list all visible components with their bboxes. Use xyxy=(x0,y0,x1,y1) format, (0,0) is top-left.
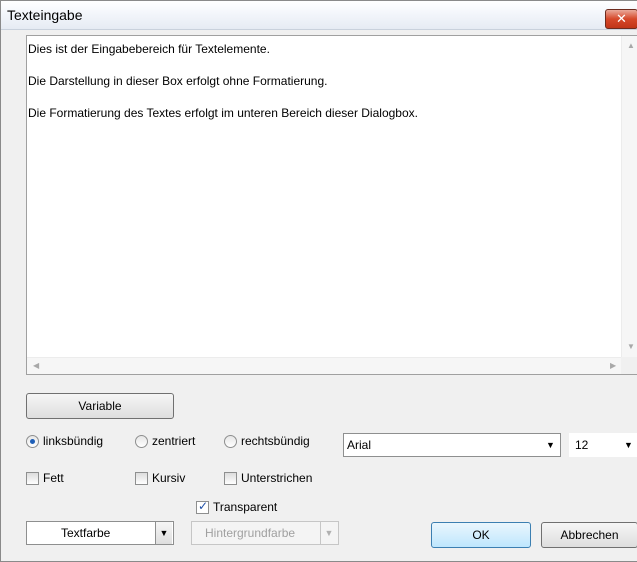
chevron-down-icon[interactable]: ▼ xyxy=(155,522,172,544)
radio-linksbuendig-label[interactable]: linksbündig xyxy=(43,434,103,448)
font-family-select[interactable]: Arial ▼ xyxy=(343,433,561,457)
chevron-down-icon[interactable]: ▼ xyxy=(620,434,637,456)
italic-checkbox[interactable] xyxy=(135,472,148,485)
text-line: Dies ist der Eingabebereich für Textelem… xyxy=(28,42,270,56)
scroll-left-icon[interactable]: ◀ xyxy=(33,362,39,370)
bold-checkbox[interactable] xyxy=(26,472,39,485)
horizontal-scrollbar[interactable]: ◀ ▶ xyxy=(27,357,622,374)
scroll-right-icon[interactable]: ▶ xyxy=(610,362,616,370)
cancel-button[interactable]: Abbrechen xyxy=(541,522,637,548)
window-title: Texteingabe xyxy=(7,7,83,23)
radio-rechtsbuendig-label[interactable]: rechtsbündig xyxy=(241,434,310,448)
close-icon: ✕ xyxy=(616,11,627,26)
text-line: Die Darstellung in dieser Box erfolgt oh… xyxy=(28,74,328,88)
chevron-down-icon[interactable]: ▼ xyxy=(542,434,559,456)
text-line: Die Formatierung des Textes erfolgt im u… xyxy=(28,106,418,120)
texteingabe-dialog: Texteingabe ✕ Dies ist der Eingabebereic… xyxy=(0,0,637,562)
cancel-button-label: Abbrechen xyxy=(560,528,619,542)
scroll-up-icon[interactable]: ▲ xyxy=(627,42,635,50)
scrollbar-corner xyxy=(621,357,637,374)
radio-zentriert[interactable] xyxy=(135,435,148,448)
close-button[interactable]: ✕ xyxy=(605,9,637,29)
title-bar: Texteingabe ✕ xyxy=(1,1,637,30)
variable-button[interactable]: Variable xyxy=(26,393,174,419)
text-input-area[interactable]: Dies ist der Eingabebereich für Textelem… xyxy=(26,35,637,375)
transparent-checkbox[interactable] xyxy=(196,499,209,514)
variable-button-label: Variable xyxy=(78,399,122,413)
background-color-select: Hintergrundfarbe ▼ xyxy=(191,521,339,545)
transparent-label[interactable]: Transparent xyxy=(213,500,277,514)
font-family-value: Arial xyxy=(347,438,372,452)
italic-label[interactable]: Kursiv xyxy=(152,471,185,485)
chevron-down-icon: ▼ xyxy=(320,522,337,544)
scroll-down-icon[interactable]: ▼ xyxy=(627,343,635,351)
font-size-select[interactable]: 12 ▼ xyxy=(569,433,637,457)
text-content[interactable]: Dies ist der Eingabebereich für Textelem… xyxy=(28,41,620,137)
underline-checkbox[interactable] xyxy=(224,472,237,485)
background-color-value: Hintergrundfarbe xyxy=(205,526,296,540)
ok-button-label: OK xyxy=(472,528,490,542)
font-size-value: 12 xyxy=(575,438,589,452)
radio-linksbuendig[interactable] xyxy=(26,435,39,448)
ok-button[interactable]: OK xyxy=(431,522,531,548)
text-color-select[interactable]: Textfarbe ▼ xyxy=(26,521,174,545)
vertical-scrollbar[interactable]: ▲ ▼ xyxy=(621,36,637,357)
bold-label[interactable]: Fett xyxy=(43,471,64,485)
radio-zentriert-label[interactable]: zentriert xyxy=(152,434,195,448)
text-color-value: Textfarbe xyxy=(61,526,111,540)
underline-label[interactable]: Unterstrichen xyxy=(241,471,312,485)
radio-rechtsbuendig[interactable] xyxy=(224,435,237,448)
